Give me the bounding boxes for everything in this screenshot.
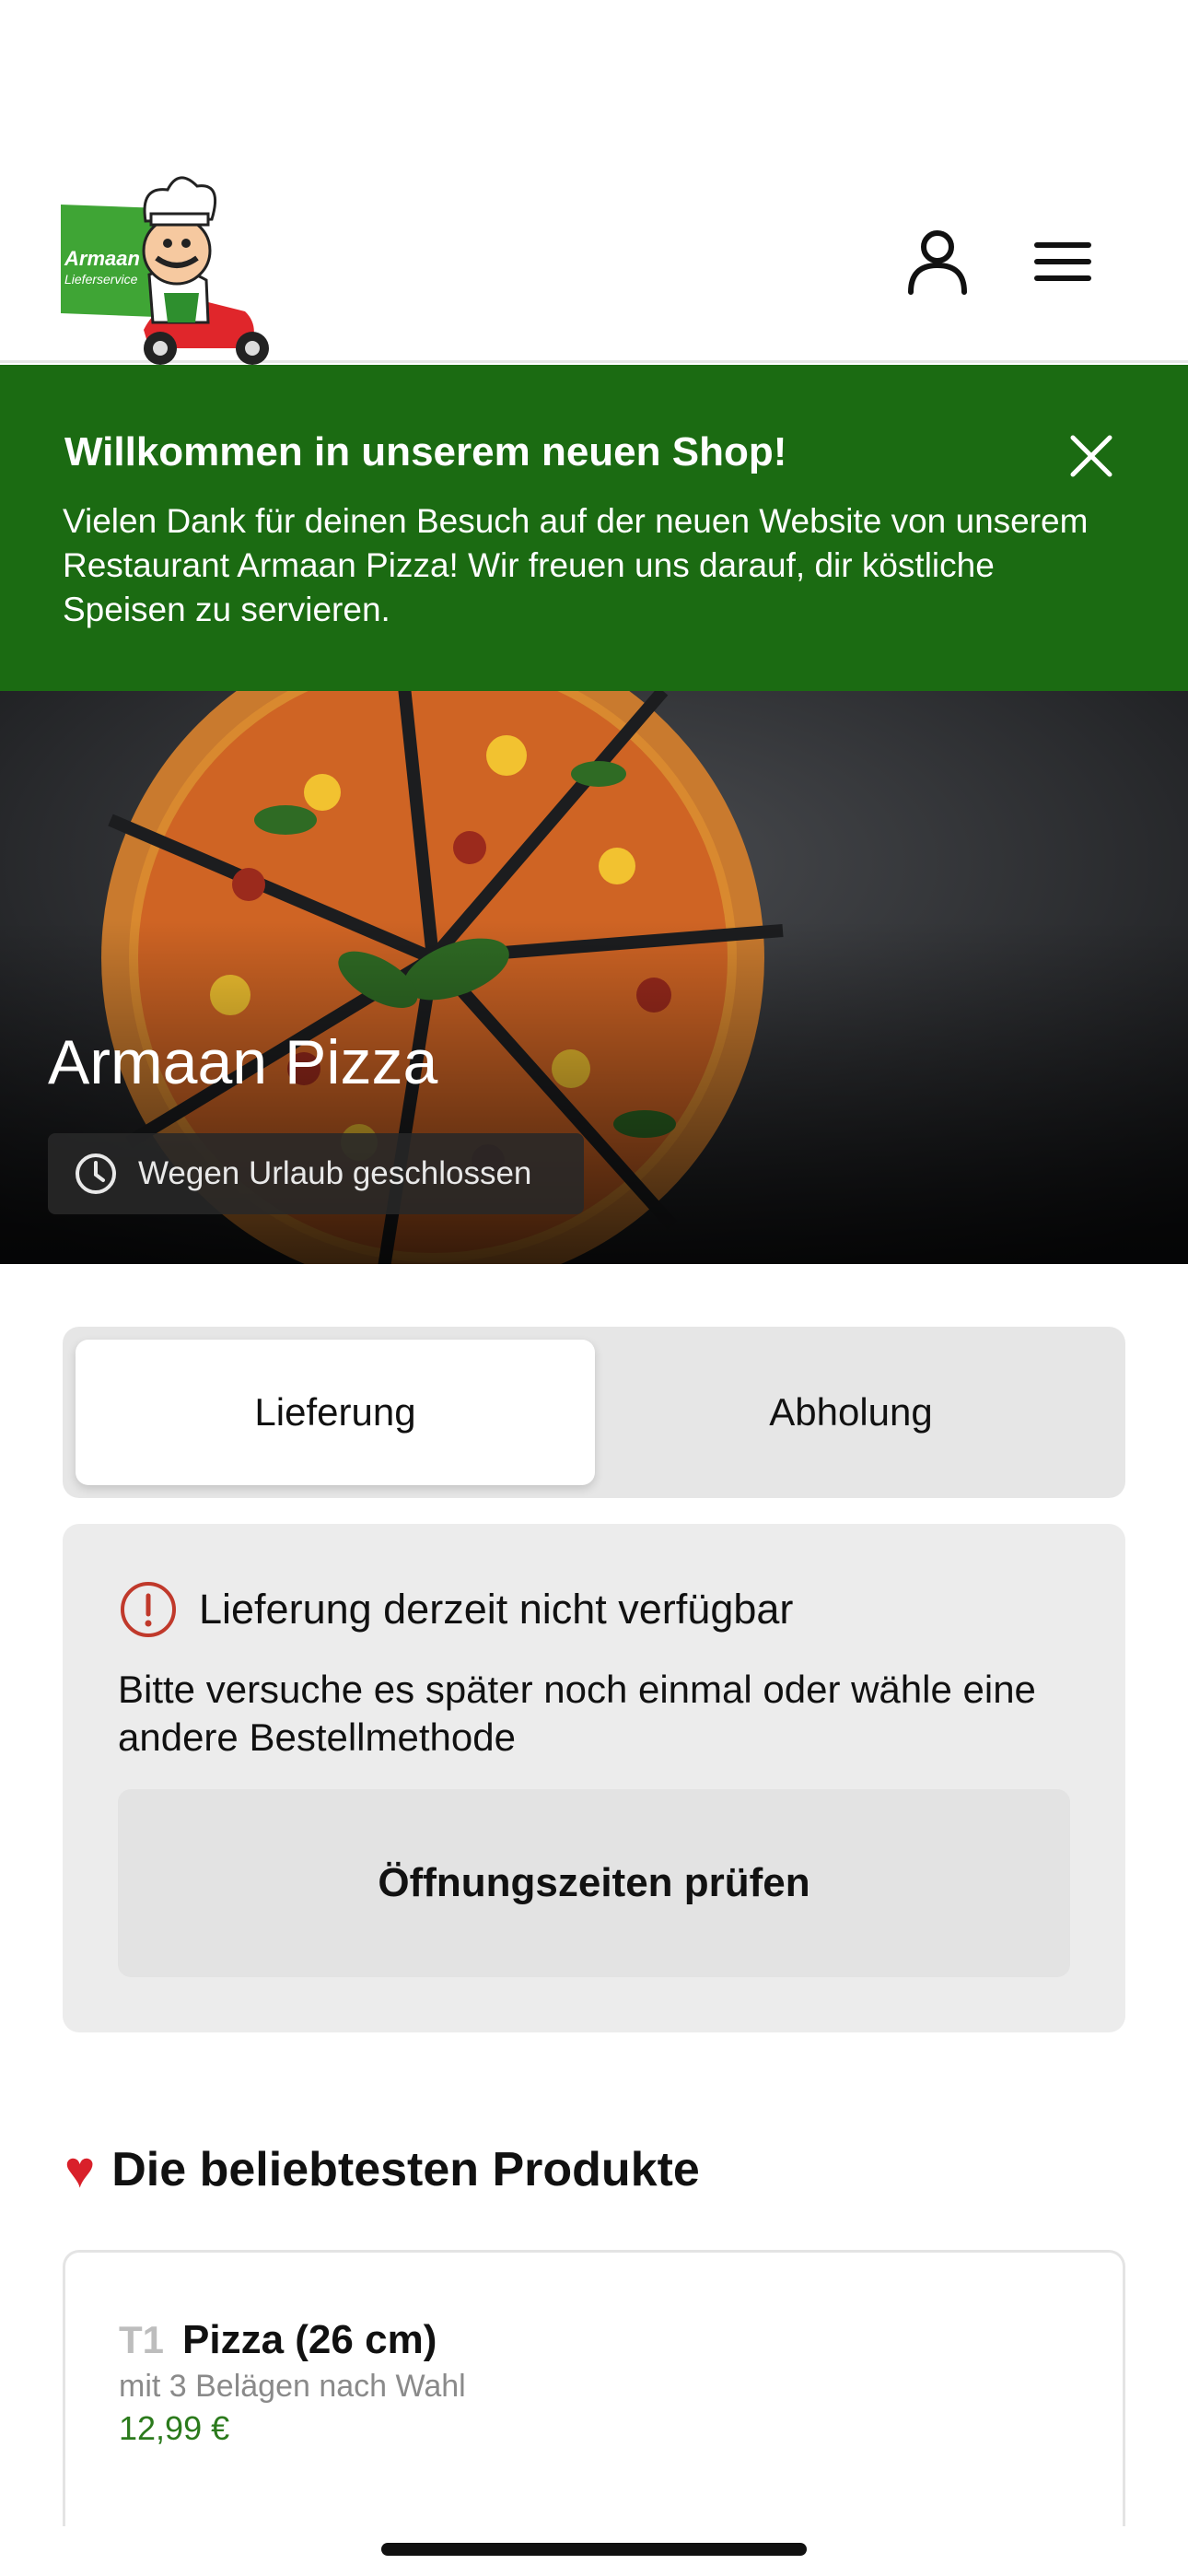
popular-products-heading: ♥ Die beliebtesten Produkte xyxy=(64,2139,700,2199)
restaurant-logo[interactable]: Armaan Lieferservice xyxy=(61,155,274,369)
product-price: 12,99 € xyxy=(119,2409,230,2447)
tab-lieferung[interactable]: Lieferung xyxy=(76,1340,595,1485)
product-title-line: T1 Pizza (26 cm) xyxy=(119,2317,437,2363)
welcome-banner: Willkommen in unserem neuen Shop! Vielen… xyxy=(0,365,1188,691)
product-code: T1 xyxy=(119,2318,165,2361)
info-alert-icon xyxy=(121,1582,176,1637)
home-indicator[interactable] xyxy=(381,2543,807,2556)
banner-close-button[interactable] xyxy=(1059,424,1124,488)
check-opening-hours-button[interactable]: Öffnungszeiten prüfen xyxy=(118,1789,1070,1977)
heart-icon: ♥ xyxy=(64,2140,96,2198)
banner-text: Vielen Dank für deinen Besuch auf der ne… xyxy=(63,502,1089,628)
product-name: Pizza (26 cm) xyxy=(182,2317,437,2362)
menu-button[interactable] xyxy=(1019,217,1107,306)
notice-text: Bitte versuche es später noch einmal ode… xyxy=(118,1668,1036,1759)
clock-icon xyxy=(76,1153,116,1194)
restaurant-name: Armaan Pizza xyxy=(48,1027,438,1097)
notice-title: Lieferung derzeit nicht verfügbar xyxy=(199,1586,794,1633)
close-icon xyxy=(1070,435,1112,477)
product-card[interactable]: T1 Pizza (26 cm) mit 3 Belägen nach Wahl… xyxy=(63,2250,1125,2526)
order-method-toggle: Lieferung Abholung xyxy=(63,1327,1125,1498)
logo-text-armaan: Armaan xyxy=(64,247,140,270)
delivery-unavailable-notice: Lieferung derzeit nicht verfügbar Bitte … xyxy=(63,1524,1125,2032)
logo-text-lieferservice: Lieferservice xyxy=(64,272,138,287)
hamburger-menu-icon xyxy=(1034,242,1091,281)
opening-status-badge: Wegen Urlaub geschlossen xyxy=(48,1133,584,1214)
opening-status-text: Wegen Urlaub geschlossen xyxy=(138,1155,532,1191)
popular-products-title: Die beliebtesten Produkte xyxy=(111,2142,700,2196)
account-button[interactable] xyxy=(893,217,982,306)
notice-header: Lieferung derzeit nicht verfügbar xyxy=(118,1579,793,1640)
banner-title: Willkommen in unserem neuen Shop! xyxy=(64,429,787,474)
user-icon xyxy=(908,230,967,295)
restaurant-hero: Armaan Pizza Wegen Urlaub geschlossen xyxy=(0,691,1188,1264)
product-description: mit 3 Belägen nach Wahl xyxy=(119,2369,466,2404)
tab-abholung[interactable]: Abholung xyxy=(591,1340,1111,1485)
site-header: Armaan Lieferservice xyxy=(0,0,1188,365)
